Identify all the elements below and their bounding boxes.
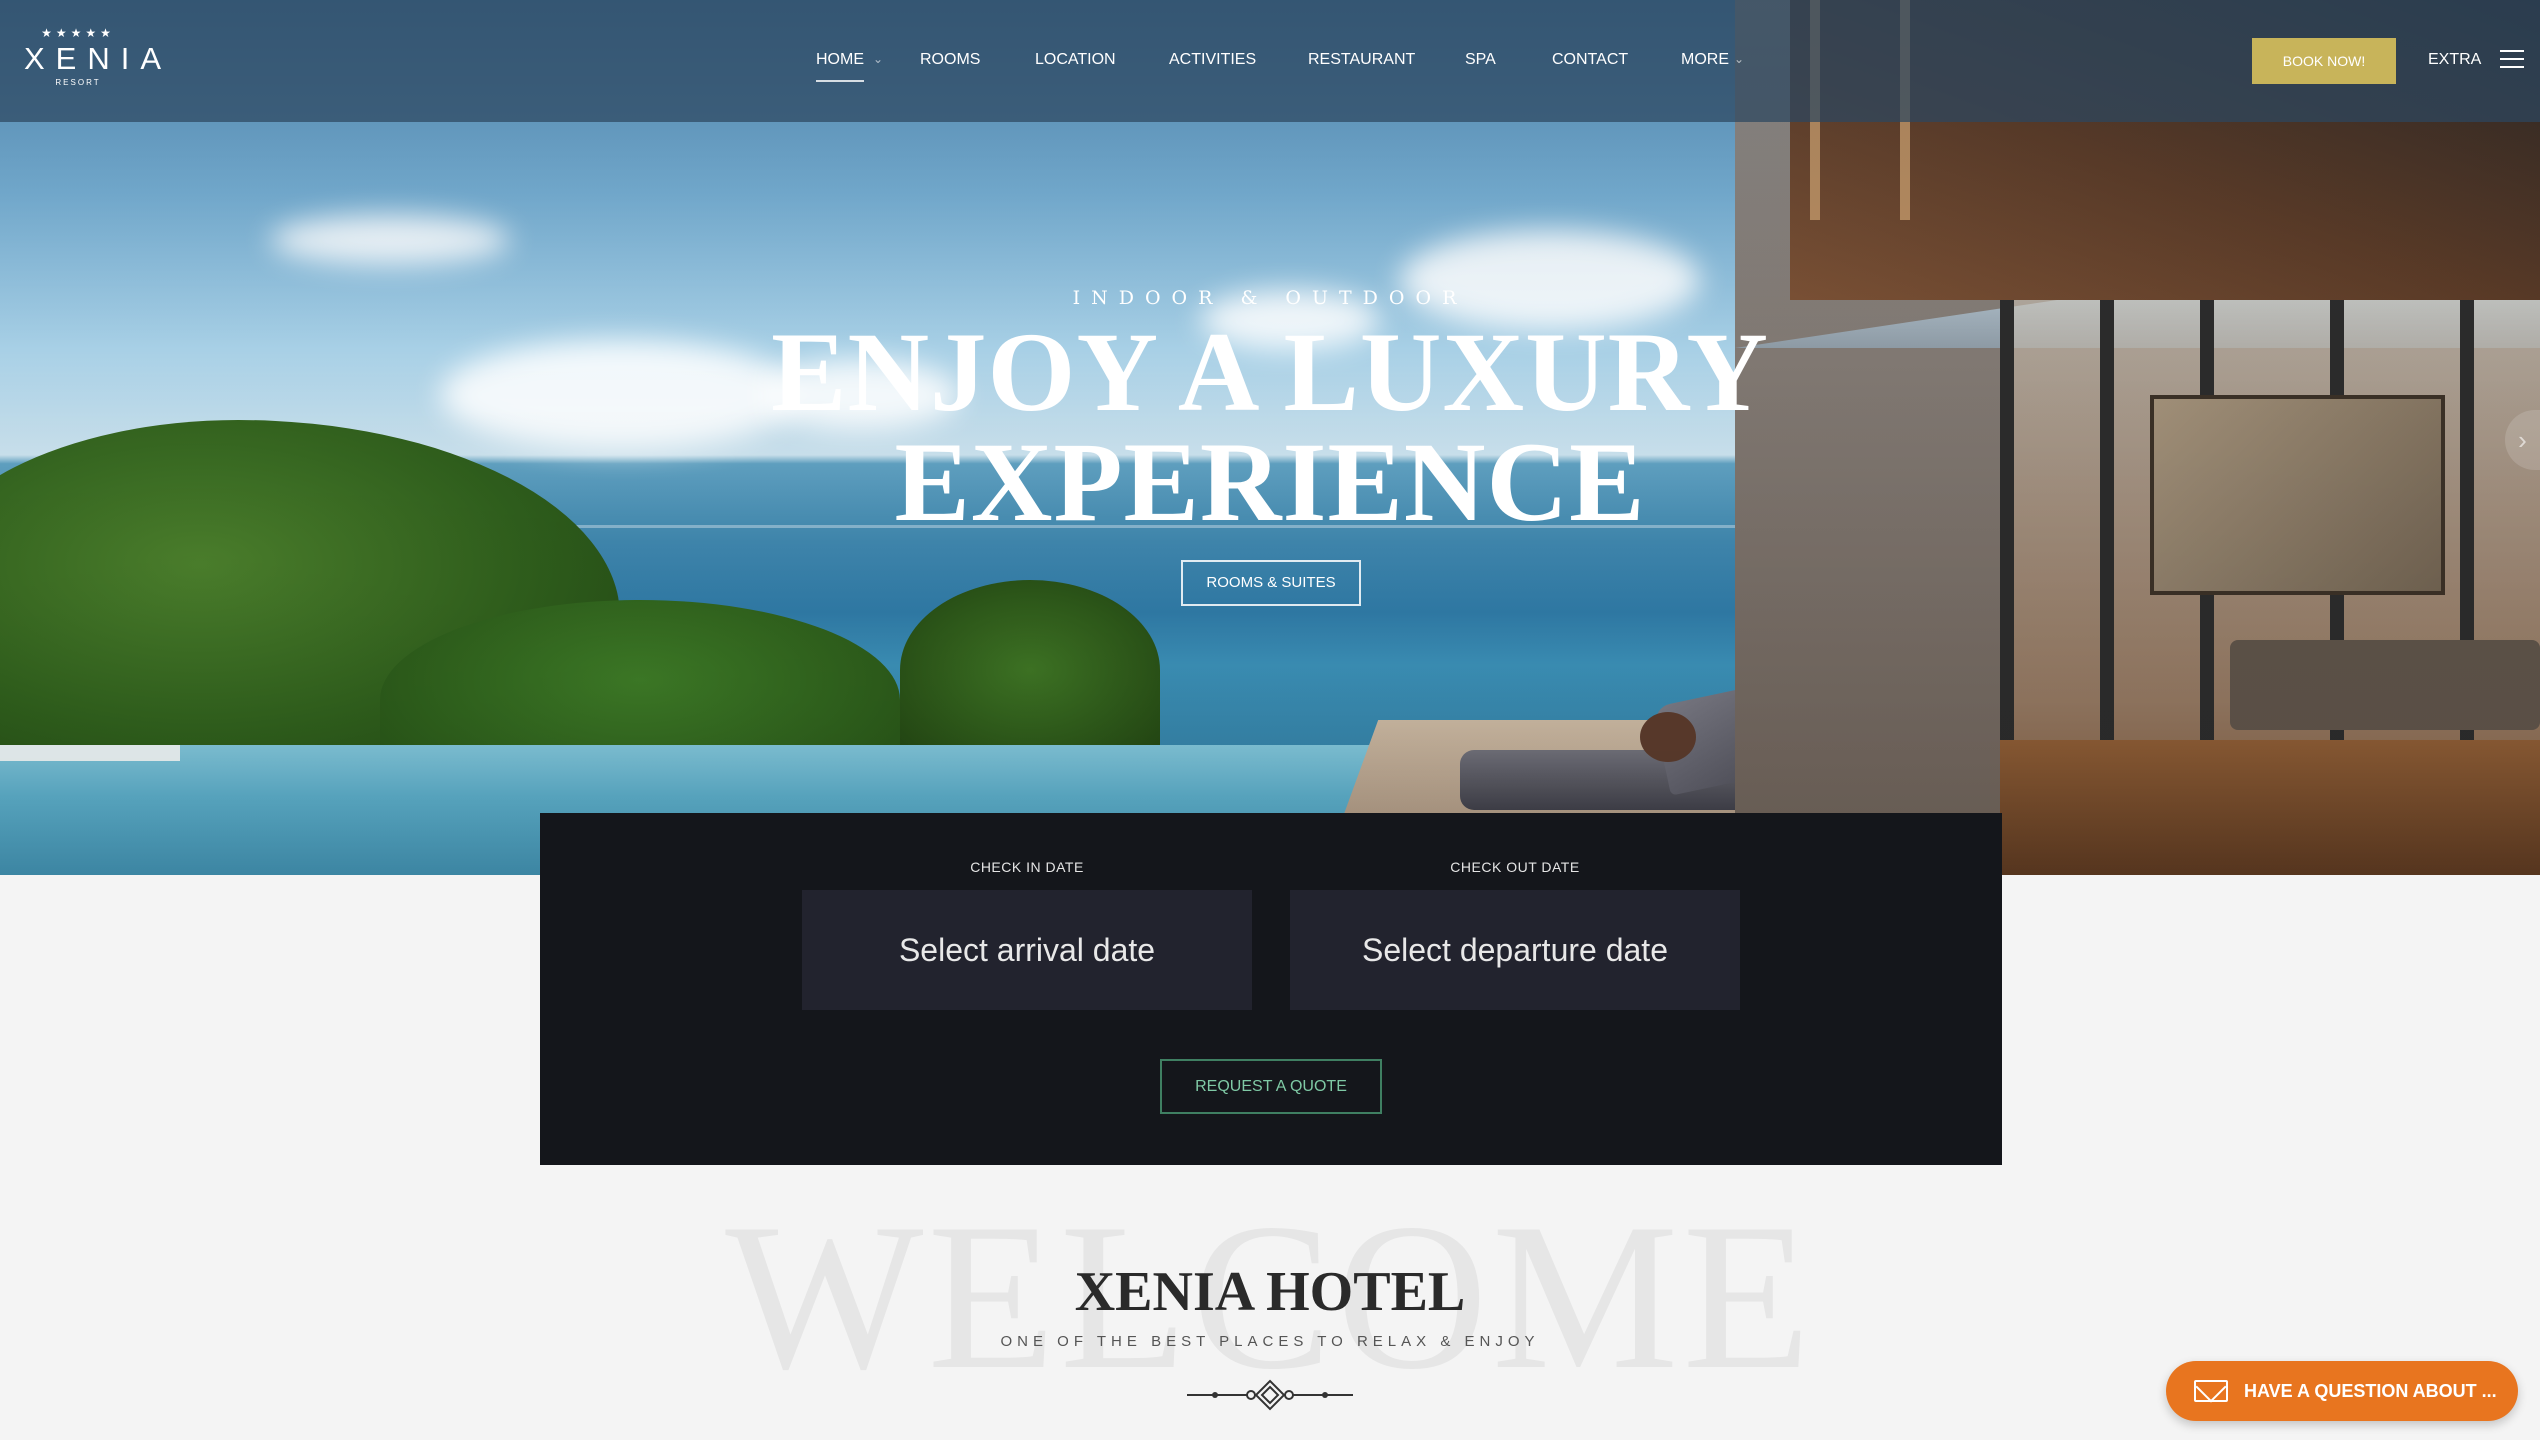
- logo-stars: ★★★★★: [41, 26, 115, 40]
- nav-item-spa[interactable]: SPA: [1465, 48, 1496, 72]
- welcome-subtitle: ONE OF THE BEST PLACES TO RELAX & ENJOY: [1000, 1333, 1540, 1350]
- envelope-icon: [2194, 1380, 2228, 1402]
- hamburger-menu-icon[interactable]: [2500, 50, 2524, 70]
- logo-subtitle: RESORT: [55, 78, 101, 87]
- welcome-title: XENIA HOTEL: [1074, 1261, 1466, 1323]
- site-header: ★★★★★ XENIA RESORT HOME ⌄ ROOMS LOCATION…: [0, 0, 2540, 122]
- book-now-button[interactable]: BOOK NOW!: [2252, 38, 2396, 84]
- check-in-date-field[interactable]: Select arrival date: [802, 890, 1252, 1010]
- extra-menu-label[interactable]: EXTRA: [2428, 49, 2481, 71]
- hero-title-line2: EXPERIENCE: [894, 420, 1646, 545]
- nav-item-location[interactable]: LOCATION: [1035, 48, 1116, 72]
- question-chat-button[interactable]: HAVE A QUESTION ABOUT ...: [2166, 1361, 2518, 1421]
- check-in-label: CHECK IN DATE: [970, 859, 1084, 875]
- rooms-suites-button[interactable]: ROOMS & SUITES: [1181, 560, 1361, 606]
- check-out-date-field[interactable]: Select departure date: [1290, 890, 1740, 1010]
- check-out-label: CHECK OUT DATE: [1450, 859, 1580, 875]
- site-logo[interactable]: ★★★★★ XENIA RESORT: [18, 26, 173, 96]
- nav-item-home[interactable]: HOME: [816, 48, 864, 82]
- hero-title-line1: ENJOY A LUXURY: [771, 310, 1769, 435]
- chevron-down-icon: ⌄: [873, 52, 884, 66]
- request-quote-button[interactable]: REQUEST A QUOTE: [1160, 1059, 1382, 1114]
- chat-button-label: HAVE A QUESTION ABOUT ...: [2244, 1381, 2497, 1401]
- hero-eyebrow: INDOOR & OUTDOOR: [1072, 287, 1468, 309]
- nav-item-restaurant[interactable]: RESTAURANT: [1308, 48, 1415, 72]
- nav-item-rooms[interactable]: ROOMS: [920, 48, 980, 72]
- nav-item-activities[interactable]: ACTIVITIES: [1169, 48, 1256, 72]
- logo-name: XENIA: [24, 41, 173, 76]
- nav-item-contact[interactable]: CONTACT: [1552, 48, 1628, 72]
- hero-title: ENJOY A LUXURY EXPERIENCE: [0, 310, 2540, 545]
- nav-item-more[interactable]: MORE: [1681, 48, 1729, 72]
- chevron-down-icon: ⌄: [1734, 52, 1745, 66]
- ornament-divider-icon: [1187, 1379, 1353, 1411]
